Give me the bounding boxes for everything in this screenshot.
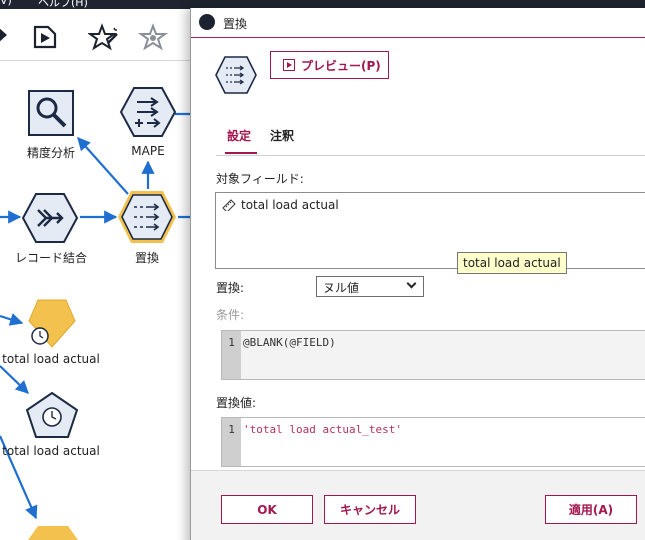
magic-wand-icon[interactable] (88, 23, 120, 53)
condition-code: @BLANK(@FIELD) (243, 336, 336, 349)
target-field-name: total load actual (241, 198, 339, 212)
node-label-analysis: 精度分析 (26, 146, 76, 160)
tab-settings[interactable]: 設定 (225, 127, 258, 154)
replace-value-editor[interactable]: 1 'total load actual_test' (221, 417, 645, 467)
continuous-field-icon (222, 199, 236, 211)
analysis-node[interactable] (28, 90, 74, 136)
filler-node[interactable] (116, 189, 178, 245)
mape-derive-node[interactable] (120, 87, 176, 137)
dialog-titlebar[interactable]: 置換 (191, 8, 645, 38)
node-label-merge: レコード結合 (14, 251, 88, 265)
app-logo-icon (199, 14, 215, 30)
replace-value-code: 'total load actual_test' (243, 423, 402, 436)
time-intervals-node[interactable] (28, 299, 76, 349)
node-label-time-intervals: total load actual (2, 352, 100, 366)
star-icon[interactable] (138, 23, 170, 53)
filler-dialog: 置換 プレビュー(P) 設定 注釈 対象フィールド: total load ac… (190, 8, 645, 540)
field-tooltip: total load actual (457, 252, 567, 274)
run-selection-icon[interactable] (30, 23, 58, 51)
condition-line-number: 1 (222, 331, 241, 379)
replace-mode-select[interactable]: ヌル値 (316, 276, 424, 297)
chevron-down-icon (406, 278, 417, 289)
canvas-toolbar (0, 9, 200, 61)
stream-canvas[interactable]: 精度分析 MAPE レコード結合 置換 total load actual to… (0, 61, 200, 540)
replace-value-label: 置換値: (216, 396, 257, 410)
ok-button[interactable]: OK (221, 495, 313, 524)
filler-header-icon (215, 56, 257, 94)
dialog-tabs: 設定 注釈 (216, 125, 645, 156)
dialog-title: 置換 (223, 17, 248, 31)
menu-view[interactable]: V) (0, 0, 12, 7)
replace-mode-value: ヌル値 (323, 281, 360, 295)
list-item[interactable]: total load actual (222, 198, 339, 212)
apply-button[interactable]: 適用(A) (545, 495, 637, 524)
node-label-filler: 置換 (134, 251, 160, 265)
merge-node[interactable] (22, 193, 78, 243)
condition-label: 条件: (216, 308, 245, 322)
replace-label: 置換: (216, 281, 245, 295)
preview-button[interactable]: プレビュー(P) (270, 51, 389, 79)
time-plot-node[interactable] (26, 392, 78, 438)
node-label-time-plot: total load actual (2, 444, 100, 458)
preview-play-icon (283, 59, 295, 71)
node-label-mape: MAPE (131, 144, 165, 158)
condition-editor[interactable]: 1 @BLANK(@FIELD) (221, 330, 645, 380)
dialog-footer: OK キャンセル 適用(A) (191, 470, 645, 540)
tab-annotation[interactable]: 注釈 (270, 127, 294, 152)
preview-button-label: プレビュー(P) (301, 58, 381, 73)
cancel-button[interactable]: キャンセル (324, 495, 416, 524)
target-fields-label: 対象フィールド: (216, 172, 304, 186)
replace-value-line-number: 1 (222, 418, 241, 466)
run-icon[interactable] (0, 23, 10, 47)
target-fields-list[interactable]: total load actual (215, 192, 645, 269)
partial-node[interactable] (28, 523, 78, 540)
menu-help[interactable]: ヘルプ(H) (38, 0, 88, 9)
